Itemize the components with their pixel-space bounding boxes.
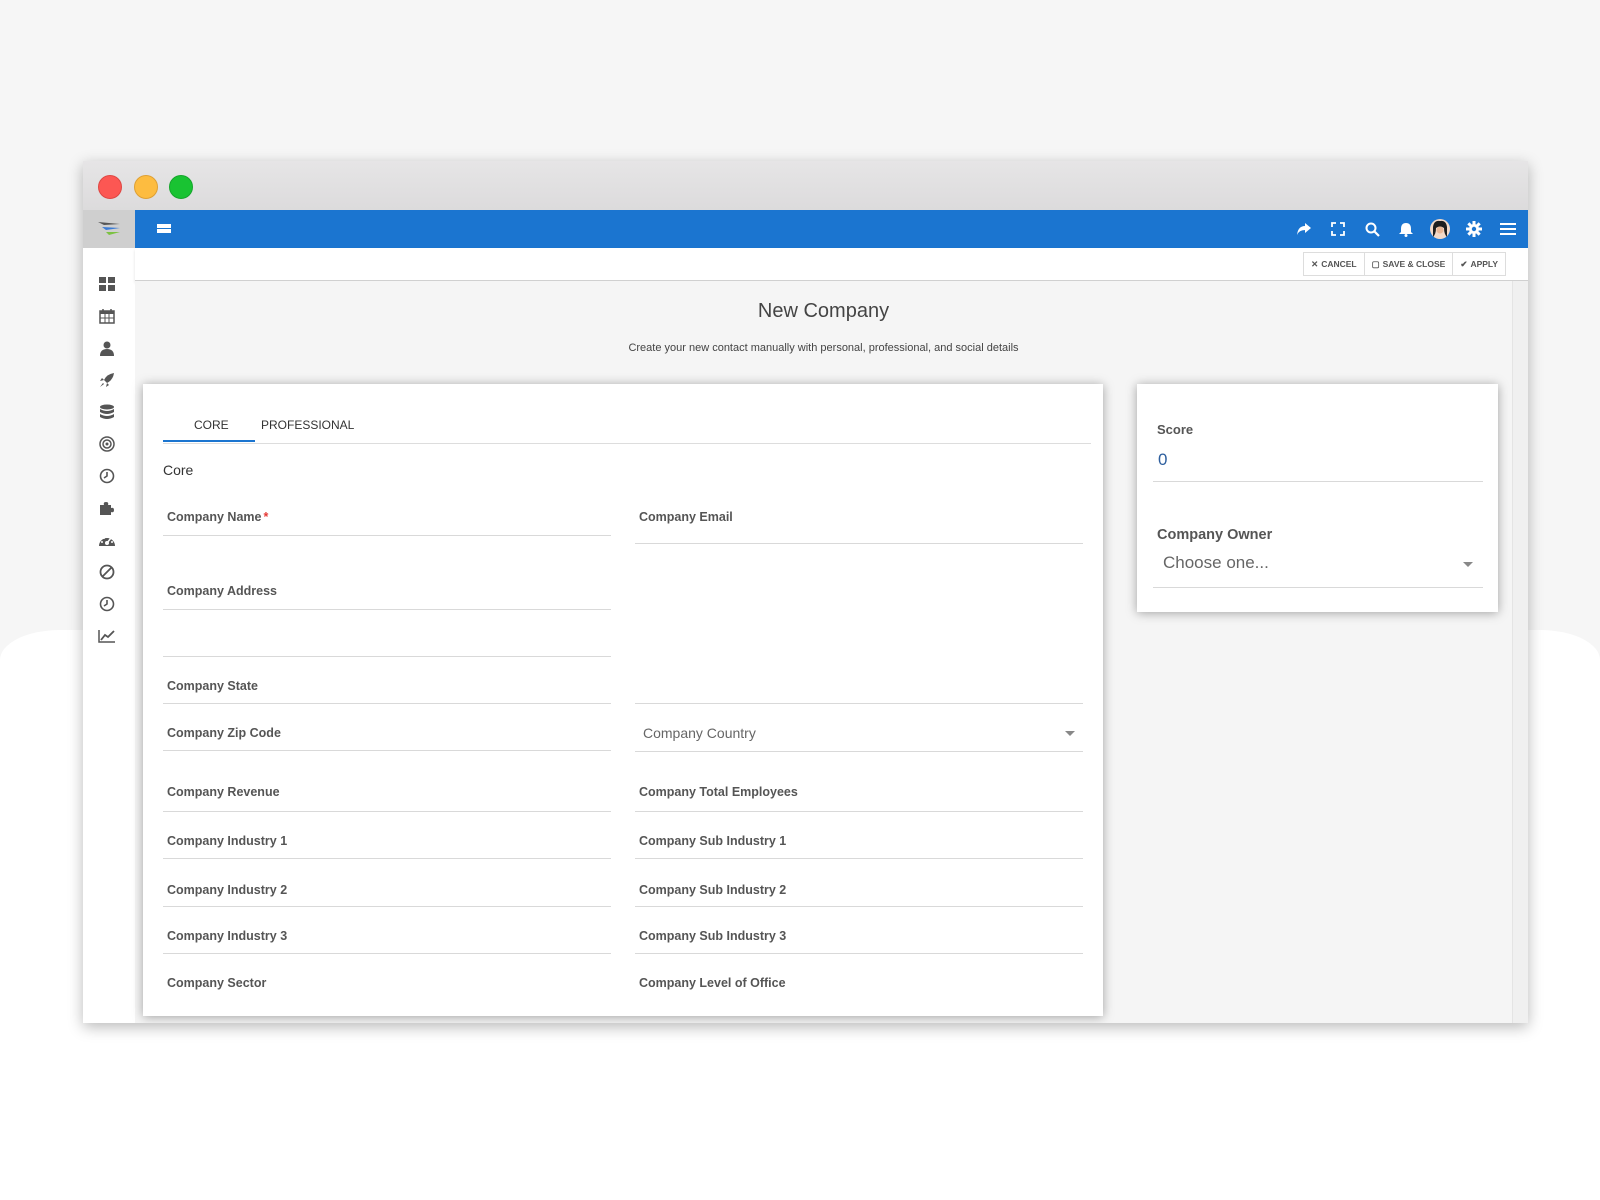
puzzle-icon[interactable] [97,498,117,518]
company-level-of-office-label: Company Level of Office [639,976,786,990]
avatar[interactable] [1430,219,1450,239]
company-name-label: Company Name * [167,510,269,524]
window-titlebar [83,161,1528,210]
minimize-window-button[interactable] [134,175,158,199]
company-email-field[interactable]: Company Email [635,490,1083,544]
company-total-employees-label: Company Total Employees [639,785,798,799]
bell-icon[interactable] [1396,219,1416,239]
company-country-placeholder: Company Country [643,725,756,741]
company-sub-industry-2-label: Company Sub Industry 2 [639,883,787,897]
company-country-select[interactable]: Company Country [635,704,1083,752]
company-sector-label: Company Sector [167,976,267,990]
company-level-of-office-field[interactable]: Company Level of Office [635,954,1083,1001]
company-address-line-2[interactable] [163,610,611,657]
logo-icon [98,222,120,235]
company-industry-1-label: Company Industry 1 [167,834,288,848]
company-state-field[interactable]: Company State [163,657,611,704]
chevron-down-icon [1463,562,1473,567]
company-industry-1-field[interactable]: Company Industry 1 [163,812,611,859]
company-email-label: Company Email [639,510,733,524]
sidebar [83,210,136,1023]
company-sub-industry-3-field[interactable]: Company Sub Industry 3 [635,907,1083,954]
company-industry-2-field[interactable]: Company Industry 2 [163,859,611,907]
top-navbar [135,210,1528,248]
main-content: New Company Create your new contact manu… [135,281,1512,1023]
company-owner-label: Company Owner [1157,527,1273,543]
company-zip-field[interactable]: Company Zip Code [163,704,611,751]
action-bar: ✕ CANCEL ▢ SAVE & CLOSE ✔ APPLY [135,248,1528,281]
app-window: ✕ CANCEL ▢ SAVE & CLOSE ✔ APPLY New Company… [83,161,1528,1023]
save-icon: ▢ [1371,258,1380,269]
clock-icon[interactable] [97,466,117,486]
company-sub-industry-2-field[interactable]: Company Sub Industry 2 [635,859,1083,907]
required-mark: * [263,510,269,524]
company-zip-label: Company Zip Code [167,726,281,740]
side-card: Score 0 Company Owner Choose one... [1137,384,1498,612]
save-close-label: SAVE & CLOSE [1382,259,1446,269]
cancel-button[interactable]: ✕ CANCEL [1303,252,1365,276]
gear-icon[interactable] [1464,219,1484,239]
score-field[interactable]: Score 0 [1153,406,1483,482]
hamburger-icon[interactable] [1498,219,1518,239]
app-logo[interactable] [83,210,135,248]
check-icon: ✔ [1460,258,1468,269]
company-address-label: Company Address [167,584,277,598]
company-sector-field[interactable]: Company Sector [163,954,611,1001]
company-state-label: Company State [167,679,258,693]
maximize-window-button[interactable] [169,175,193,199]
company-total-employees-field[interactable]: Company Total Employees [635,752,1083,812]
company-revenue-label: Company Revenue [167,785,280,799]
company-revenue-field[interactable]: Company Revenue [163,751,611,812]
scrollbar[interactable] [1512,281,1528,1023]
close-window-button[interactable] [98,175,122,199]
company-form-card: CORE PROFESSIONAL Core Company Name * Com… [143,384,1103,1016]
ban-icon[interactable] [97,562,117,582]
save-close-button[interactable]: ▢ SAVE & CLOSE [1363,252,1454,276]
company-name-field[interactable]: Company Name * [163,490,611,536]
chart-icon[interactable] [97,626,117,646]
rocket-icon[interactable] [97,370,117,390]
person-icon[interactable] [97,338,117,358]
active-tab-indicator [163,440,255,442]
company-sub-industry-1-label: Company Sub Industry 1 [639,834,787,848]
page-title: New Company [757,300,890,322]
dashboard-icon[interactable] [97,274,117,294]
form-tabs: CORE PROFESSIONAL [163,406,1091,444]
cancel-label: CANCEL [1321,259,1357,269]
company-industry-3-field[interactable]: Company Industry 3 [163,907,611,954]
search-icon[interactable] [1362,219,1382,239]
share-icon[interactable] [1294,219,1314,239]
close-icon: ✕ [1311,258,1319,269]
company-industry-3-label: Company Industry 3 [167,929,288,943]
tab-core[interactable]: CORE [194,418,229,432]
score-label: Score [1157,422,1194,437]
fullscreen-icon[interactable] [1328,219,1348,239]
company-sub-industry-3-label: Company Sub Industry 3 [639,929,787,943]
company-address-field[interactable]: Company Address [163,564,611,610]
company-industry-2-label: Company Industry 2 [167,883,288,897]
menu-toggle-icon[interactable] [157,222,173,236]
tab-professional[interactable]: PROFESSIONAL [261,418,354,432]
target-icon[interactable] [97,434,117,454]
company-owner-select[interactable]: Company Owner Choose one... [1153,510,1483,588]
page-subtitle: Create your new contact manually with pe… [628,342,1019,354]
score-value: 0 [1158,450,1168,469]
chevron-down-icon [1065,731,1075,736]
speedometer-icon[interactable] [97,530,117,550]
company-sub-industry-1-field[interactable]: Company Sub Industry 1 [635,812,1083,859]
company-owner-placeholder: Choose one... [1163,553,1269,572]
apply-button[interactable]: ✔ APPLY [1452,252,1506,276]
apply-label: APPLY [1470,259,1498,269]
section-title: Core [163,462,194,478]
database-icon[interactable] [97,402,117,422]
calendar-icon[interactable] [97,306,117,326]
history-icon[interactable] [97,594,117,614]
company-address-extra-field[interactable] [635,544,1083,704]
